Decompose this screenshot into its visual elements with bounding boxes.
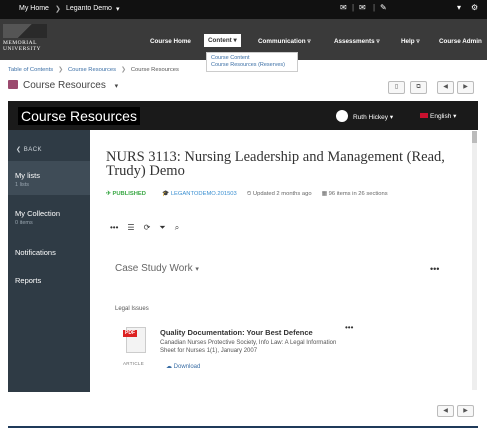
- pdf-icon: PDF: [123, 327, 147, 357]
- sidebar-item-notifications[interactable]: Notifications: [15, 248, 56, 257]
- new-window-icon[interactable]: ⧉: [410, 81, 427, 94]
- message-icon[interactable]: ✉: [359, 3, 366, 12]
- chevron-right-icon: ❯: [58, 67, 63, 73]
- list-meta: ✈ PUBLISHED 🎓 LEGANTODEMO.201503 ⏲ Updated…: [106, 191, 398, 198]
- breadcrumb-current: Course Resources: [130, 67, 179, 73]
- user-icon[interactable]: ▾: [457, 3, 461, 12]
- filter-icon[interactable]: ⏷: [159, 223, 165, 232]
- sidebar-item-my-collection[interactable]: My Collection 0 items: [15, 209, 60, 226]
- breadcrumb-course-resources[interactable]: Course Resources: [68, 67, 116, 73]
- nav-help[interactable]: Help ▿: [401, 38, 420, 45]
- sidebar-item-my-lists[interactable]: My lists 1 lists: [15, 171, 40, 188]
- course-selector[interactable]: Leganto Demo: [66, 5, 112, 12]
- published-badge: ✈ PUBLISHED: [106, 191, 146, 197]
- breadcrumb-toc[interactable]: Table of Contents: [8, 67, 53, 73]
- university-logo: MEMORIAL UNIVERSITY: [3, 24, 47, 54]
- list-content: NURS 3113: Nursing Leadership and Manage…: [90, 130, 478, 392]
- citation-type: ARTICLE: [123, 361, 145, 366]
- search-icon[interactable]: ⌕: [175, 223, 179, 232]
- content-dropdown-menu: Course Content Course Resources (Reserve…: [206, 52, 298, 72]
- section-more-icon[interactable]: •••: [430, 264, 439, 274]
- top-bar: My Home ❯ Leganto Demo ▾ ✉ | ✉ | ✎ ▾ ⚙: [0, 0, 487, 19]
- citation-title[interactable]: Quality Documentation: Your Best Defence: [160, 328, 313, 337]
- leganto-frame: Course Resources Ruth Hickey ▾ English ▾…: [8, 101, 478, 392]
- breadcrumb-separator: ❯: [55, 6, 61, 13]
- items-count: ▦ 96 items in 26 sections: [321, 191, 388, 197]
- chevron-right-icon: ❯: [121, 67, 126, 73]
- list-title: NURS 3113: Nursing Leadership and Manage…: [106, 149, 445, 179]
- course-code[interactable]: 🎓 LEGANTODEMO.201503: [162, 191, 242, 197]
- breadcrumb: Table of Contents ❯ Course Resources ❯ Cours…: [8, 67, 179, 73]
- next-button[interactable]: ▶: [457, 81, 474, 94]
- list-toolbar: ••• ☰ ⟳ ⏷ ⌕: [110, 223, 188, 233]
- frame-title: Course Resources: [18, 107, 140, 125]
- footer-divider: [8, 426, 478, 428]
- next-button-bottom[interactable]: ▶: [457, 405, 474, 417]
- mail-icon[interactable]: ✉: [340, 3, 347, 12]
- download-link[interactable]: ☁ Download: [166, 363, 200, 370]
- nav-course-home[interactable]: Course Home: [150, 38, 191, 45]
- my-home-link[interactable]: My Home: [19, 5, 49, 12]
- nav-course-admin[interactable]: Course Admin: [439, 38, 482, 45]
- avatar: [336, 110, 348, 122]
- scrollbar[interactable]: [472, 131, 477, 390]
- chat-icon[interactable]: ✎: [380, 3, 387, 12]
- sidebar-item-reports[interactable]: Reports: [15, 276, 41, 285]
- frame-header: Course Resources Ruth Hickey ▾ English ▾: [8, 101, 478, 130]
- back-button[interactable]: ❮ BACK: [16, 146, 42, 153]
- menu-item-course-content[interactable]: Course Content: [211, 55, 293, 62]
- citation-more-icon[interactable]: •••: [345, 323, 353, 332]
- chevron-down-icon[interactable]: ▾: [115, 83, 119, 90]
- citation-description: Canadian Nurses Protective Society, Info…: [160, 340, 337, 354]
- previous-button[interactable]: ◀: [437, 81, 454, 94]
- section-title[interactable]: Case Study Work ▾: [115, 263, 199, 274]
- refresh-icon[interactable]: ⟳: [144, 223, 151, 232]
- divider: |: [352, 3, 355, 12]
- gear-icon[interactable]: ⚙: [471, 3, 478, 12]
- nav-communication[interactable]: Communication ▿: [258, 38, 311, 45]
- menu-item-course-resources[interactable]: Course Resources (Reserves): [211, 62, 293, 69]
- logo-crest-icon: [3, 24, 47, 38]
- previous-button-bottom[interactable]: ◀: [437, 405, 454, 417]
- more-options-icon[interactable]: •••: [110, 223, 118, 232]
- nav-assessments[interactable]: Assessments ▿: [334, 38, 380, 45]
- page-title: Course Resources ▾: [8, 80, 118, 91]
- book-icon: [8, 80, 18, 89]
- chevron-down-icon[interactable]: ▾: [116, 5, 120, 13]
- user-menu[interactable]: Ruth Hickey ▾: [336, 110, 393, 122]
- list-view-icon[interactable]: ☰: [127, 223, 134, 232]
- divider: |: [373, 3, 376, 12]
- print-icon[interactable]: ▯: [388, 81, 405, 94]
- subsection-title: Legal Issues: [115, 306, 149, 312]
- updated-text: ⏲ Updated 2 months ago: [246, 191, 312, 197]
- flag-icon: [420, 113, 428, 118]
- sidebar: ❮ BACK My lists 1 lists My Collection 0 it…: [8, 130, 90, 392]
- language-selector[interactable]: English ▾: [420, 112, 456, 120]
- nav-content[interactable]: Content ▾: [204, 34, 241, 47]
